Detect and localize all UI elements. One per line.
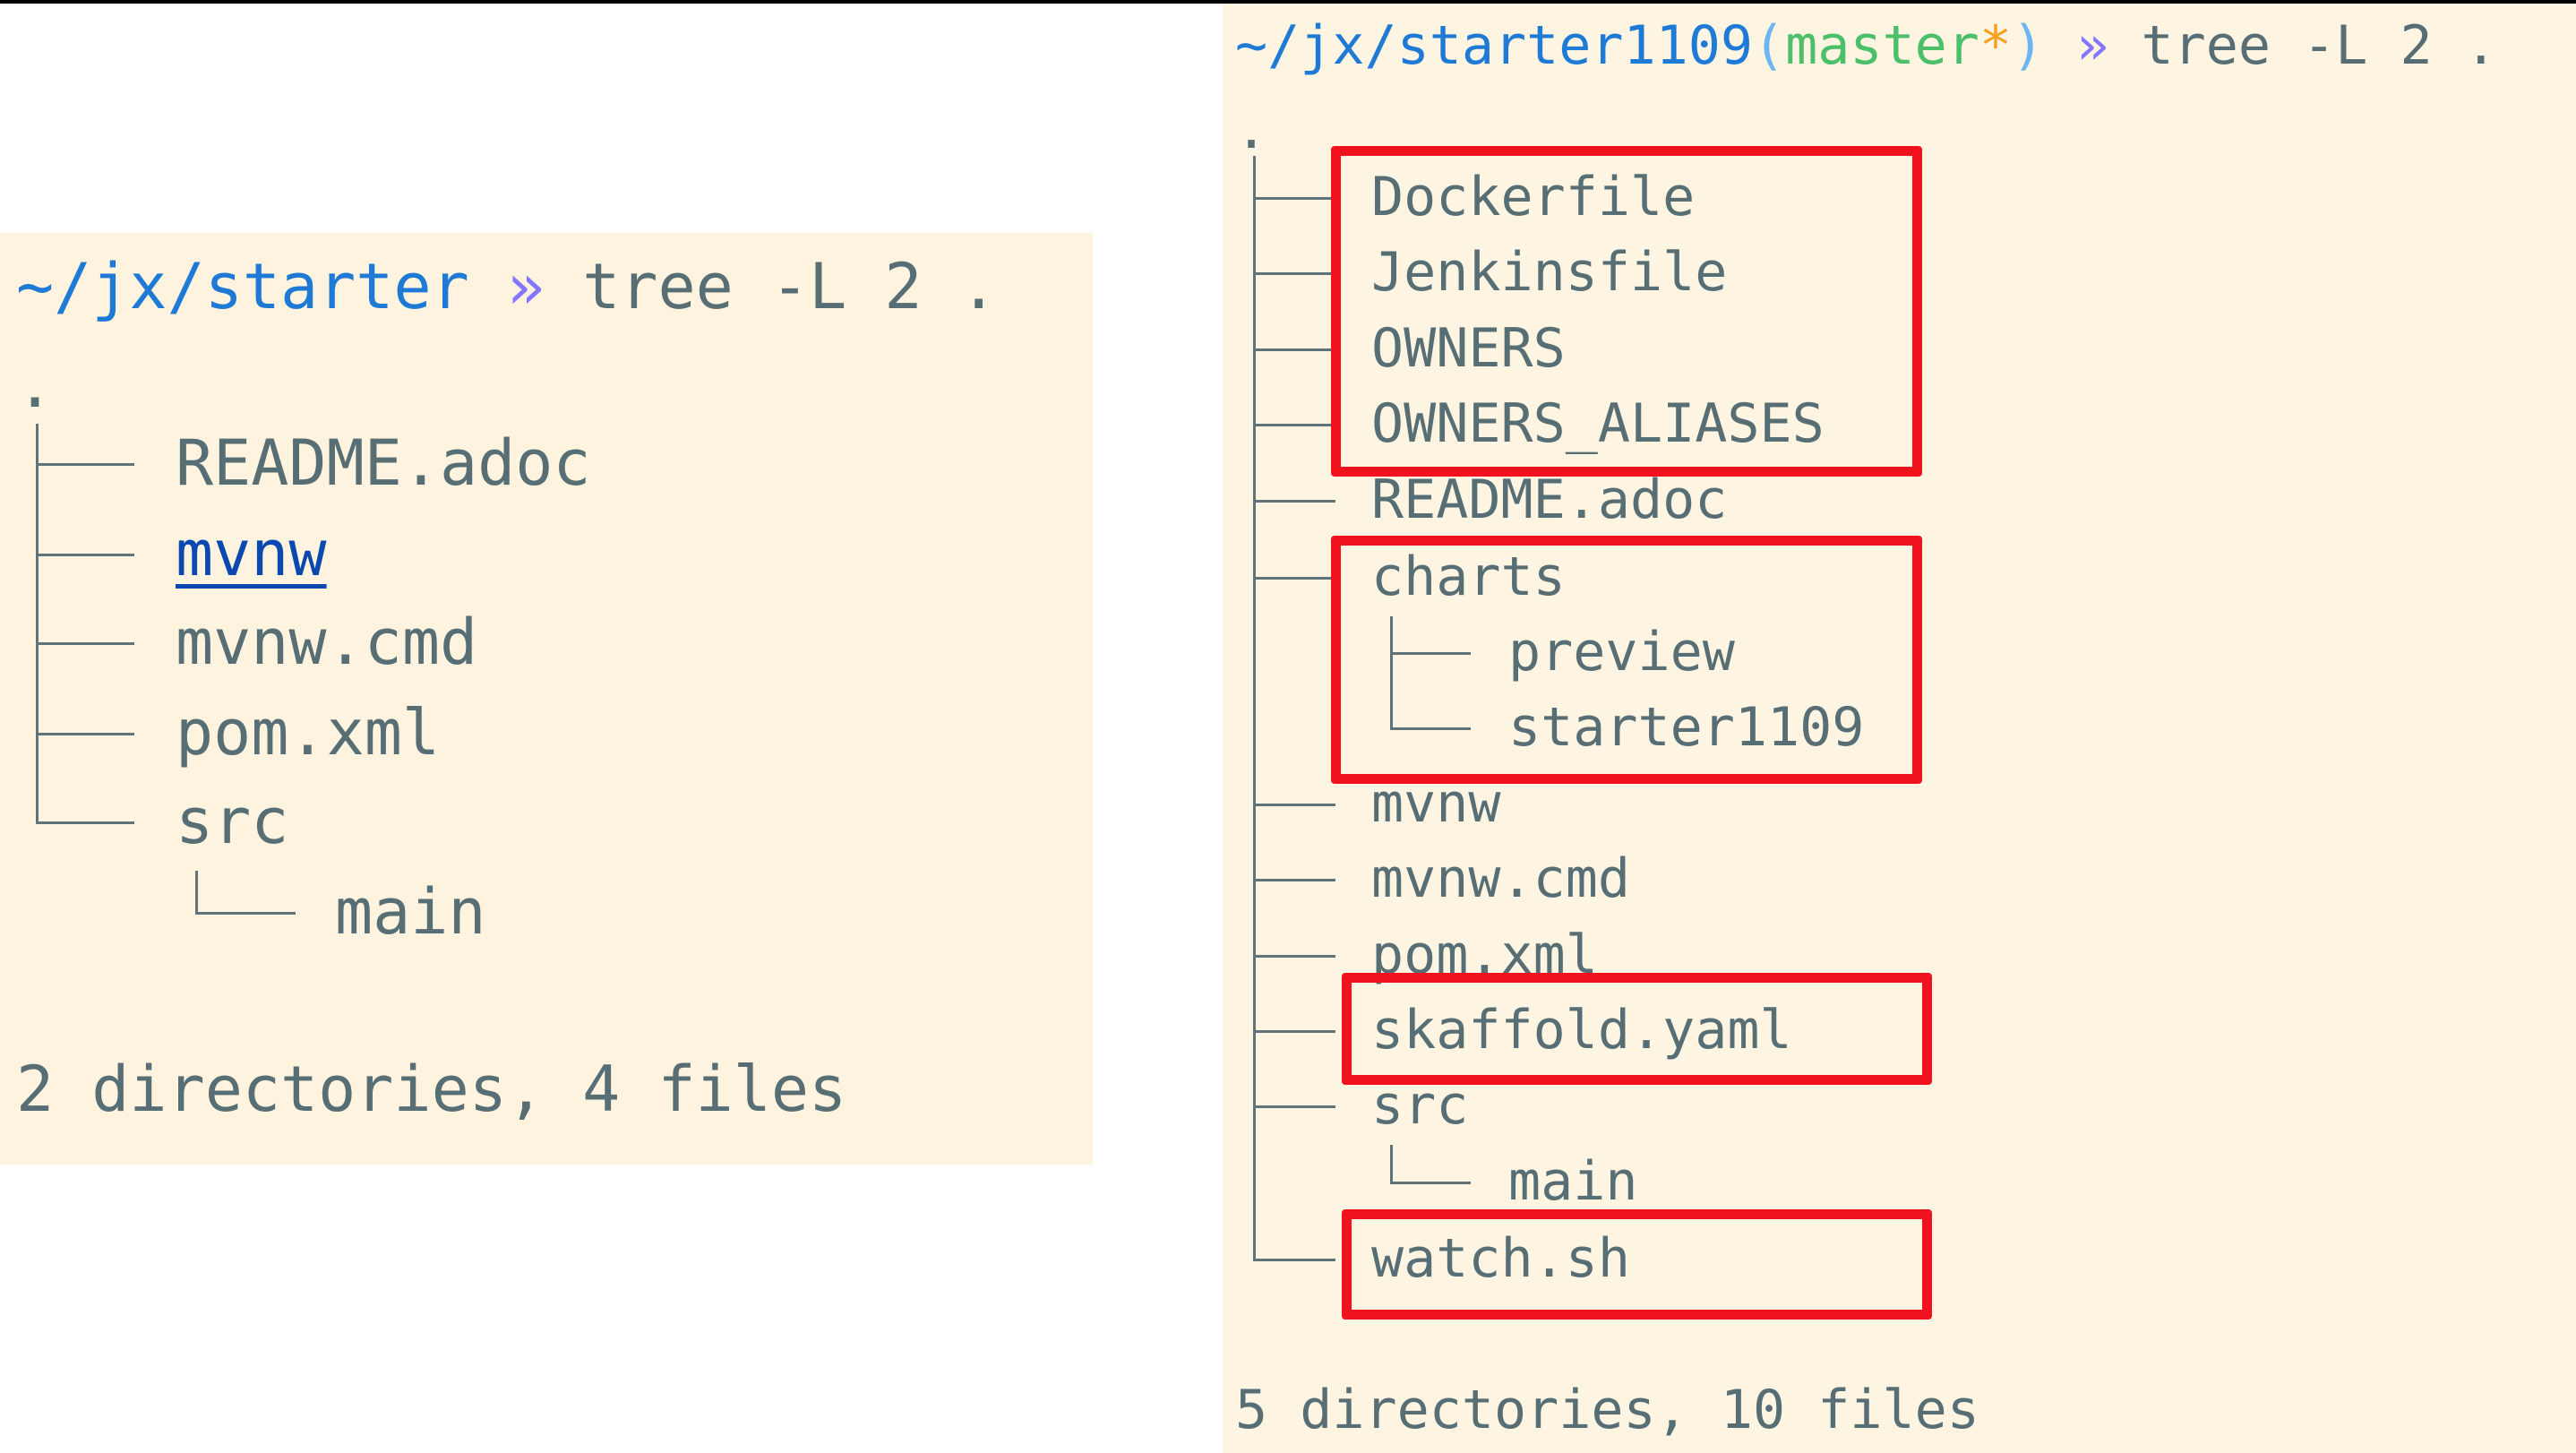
tree-root: . — [16, 348, 55, 422]
tree-branch — [36, 463, 134, 466]
prompt-command: tree -L 2 . — [2141, 14, 2497, 77]
highlight-box-config-files — [1331, 146, 1922, 477]
tree-line — [36, 424, 39, 822]
tree-branch — [195, 912, 296, 915]
tree-branch — [1253, 1105, 1335, 1108]
tree-branch — [1253, 424, 1335, 426]
highlight-box-charts — [1331, 536, 1922, 784]
tree-root: . — [1235, 99, 1268, 161]
paren: ( — [1752, 14, 1786, 77]
highlight-box-watch — [1342, 1209, 1932, 1320]
tree-line — [195, 871, 198, 912]
tree-line — [1253, 156, 1256, 1260]
right-prompt: ~/jx/starter1109(master*) » tree -L 2 . — [1235, 5, 2497, 86]
tree-branch — [1253, 577, 1335, 580]
dir-entry: main — [335, 875, 486, 949]
tree-branch — [1253, 804, 1335, 806]
tree-branch — [36, 554, 134, 556]
file-entry-link[interactable]: mvnw — [176, 513, 327, 594]
tree-branch — [1253, 348, 1335, 351]
file-entry: mvnw.cmd — [1371, 847, 1630, 910]
tree-branch — [1253, 1259, 1335, 1261]
prompt-separator: » — [506, 250, 545, 323]
left-prompt: ~/jx/starter » tree -L 2 . — [16, 246, 998, 327]
highlight-box-skaffold — [1342, 973, 1932, 1085]
tree-branch — [1253, 197, 1335, 200]
prompt-path: ~/jx/starter1109 — [1235, 14, 1753, 77]
left-terminal-panel — [0, 233, 1093, 1165]
git-dirty-marker: * — [1979, 14, 2012, 77]
tree-summary: 5 directories, 10 files — [1235, 1379, 1979, 1441]
dir-entry: src — [176, 785, 289, 858]
tree-branch — [1253, 500, 1335, 503]
tree-branch — [1253, 955, 1335, 958]
prompt-separator: » — [2076, 14, 2109, 77]
tree-branch — [1253, 272, 1335, 275]
tree-branch — [36, 821, 134, 824]
prompt-command: tree -L 2 . — [582, 250, 998, 323]
prompt-path: ~/jx/starter — [16, 250, 469, 323]
tree-branch — [36, 733, 134, 735]
file-entry: mvnw.cmd — [176, 606, 478, 679]
paren: ) — [2011, 14, 2045, 77]
tree-branch — [1390, 1182, 1471, 1184]
tree-branch — [1253, 879, 1335, 881]
tree-line — [1390, 1145, 1393, 1182]
tree-branch — [36, 642, 134, 645]
tree-summary: 2 directories, 4 files — [16, 1053, 847, 1126]
tree-branch — [1253, 1030, 1335, 1033]
git-branch: master — [1785, 14, 1979, 77]
file-entry: pom.xml — [176, 696, 441, 769]
file-entry: README.adoc — [176, 426, 591, 500]
